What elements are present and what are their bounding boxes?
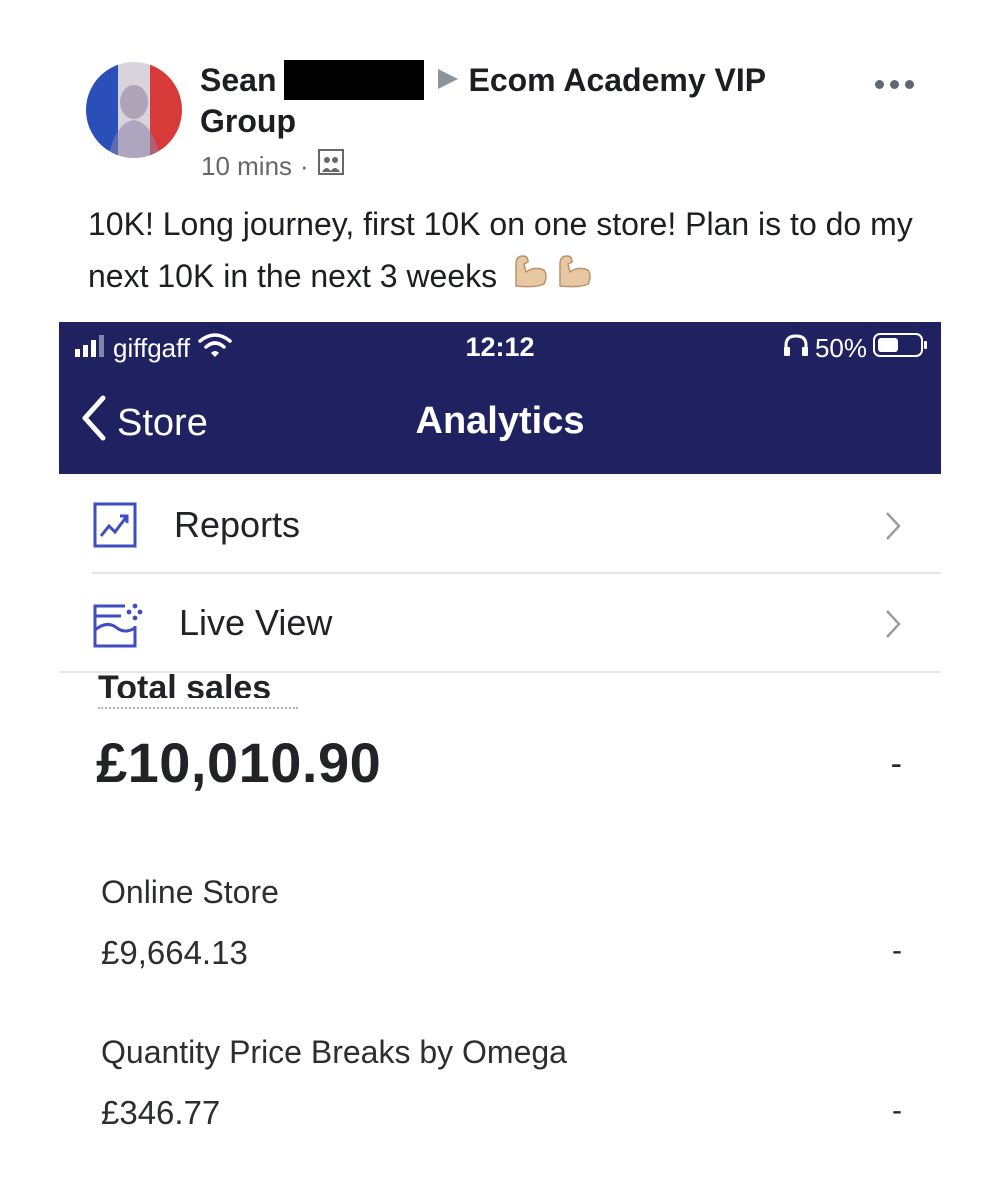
breakdown-label: Quantity Price Breaks by Omega <box>101 1034 567 1070</box>
more-dot-icon <box>890 79 899 89</box>
headphones-icon <box>783 333 809 364</box>
post-meta: 10 mins · <box>201 148 345 184</box>
shared-to-arrow-icon <box>436 62 460 102</box>
post-timestamp[interactable]: 10 mins <box>201 149 292 183</box>
more-dot-icon <box>905 79 914 89</box>
chevron-right-icon <box>883 608 903 645</box>
total-sales-value: £10,010.90 <box>96 731 382 794</box>
total-sales-change: - <box>890 745 902 783</box>
meta-separator: · <box>300 151 309 181</box>
menu-item-reports[interactable]: Reports <box>59 476 941 574</box>
redacted-surname <box>284 60 425 100</box>
group-privacy-icon <box>317 148 345 184</box>
battery-percent: 50% <box>814 333 867 363</box>
breakdown-value: £346.77 <box>101 1094 221 1131</box>
breakdown-value: £9,664.13 <box>101 934 248 971</box>
app-nav-bar: Store Analytics <box>59 374 941 474</box>
breakdown-change: - <box>892 1094 902 1127</box>
more-dot-icon <box>875 79 884 89</box>
post-text: 10K! Long journey, first 10K on one stor… <box>88 206 913 294</box>
author-name[interactable]: Sean <box>200 62 276 98</box>
phone-status-bar: giffgaff 12:12 50% <box>59 322 941 374</box>
flexed-biceps-emoji-icon <box>554 252 594 305</box>
menu-item-label: Reports <box>174 504 301 545</box>
breakdown-label: Online Store <box>101 874 279 910</box>
status-right: 50% <box>783 332 929 365</box>
menu-item-live-view[interactable]: Live View <box>59 574 941 672</box>
menu-item-label: Live View <box>179 602 333 643</box>
post-options-button[interactable] <box>875 66 914 102</box>
group-name[interactable]: Ecom Academy VIP <box>468 62 766 98</box>
total-sales-underline <box>98 707 298 709</box>
avatar-image <box>86 62 182 158</box>
flexed-biceps-emoji-icon <box>510 252 550 305</box>
chevron-right-icon <box>883 510 903 547</box>
breakdown-change: - <box>892 934 902 967</box>
total-sales-label[interactable]: Total sales <box>98 666 271 698</box>
reports-chart-icon <box>93 502 137 553</box>
post-author-line: Sean Ecom Academy VIP <box>200 60 766 102</box>
group-name-continued[interactable]: Group <box>200 101 296 141</box>
live-view-icon <box>93 602 143 653</box>
page-title: Analytics <box>415 400 585 442</box>
author-avatar[interactable] <box>86 62 182 158</box>
post-body: 10K! Long journey, first 10K on one stor… <box>88 198 928 305</box>
battery-icon <box>873 332 929 365</box>
